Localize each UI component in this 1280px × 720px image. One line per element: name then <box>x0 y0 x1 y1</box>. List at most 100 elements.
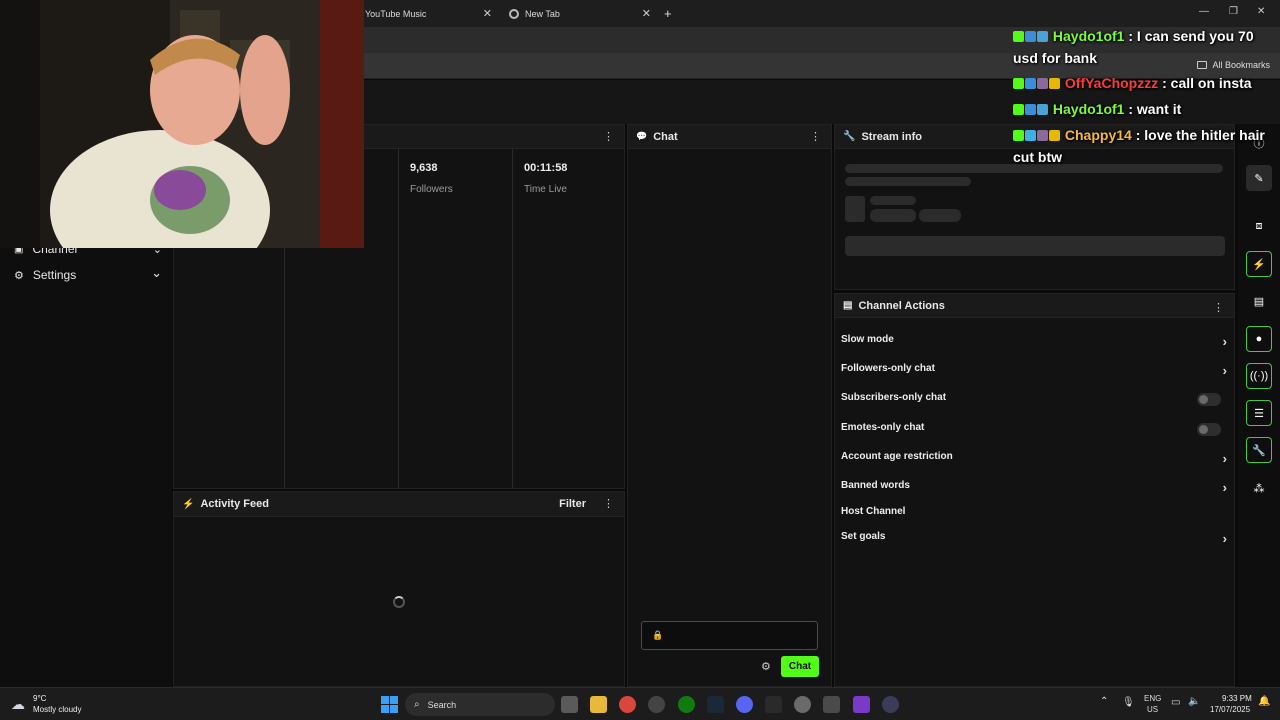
chevron-right-icon: › <box>1222 334 1227 349</box>
epic-games-icon[interactable] <box>765 696 782 713</box>
sidebar-item-settings[interactable]: ⚙ Settings ⌄ <box>14 265 162 282</box>
chat-text: : call on insta <box>1158 75 1252 91</box>
chevron-right-icon: › <box>1222 363 1227 378</box>
action-account-age-restriction[interactable]: Account age restriction › <box>841 451 1227 469</box>
chat-username: OffYaChopzzz <box>1064 75 1159 91</box>
badge-icon <box>1013 78 1024 89</box>
overlay-chat-message: Haydo1of1 : want it <box>1013 98 1275 120</box>
more-options-icon[interactable]: ⋮ <box>1213 301 1224 314</box>
stat-value: 00:11:58 <box>524 162 568 174</box>
action-set-goals[interactable]: Set goals › <box>841 531 1227 549</box>
loading-skeleton <box>845 177 971 186</box>
region-code: US <box>1147 705 1159 714</box>
notification-icon[interactable]: 🔔 <box>1258 696 1270 707</box>
app-icon[interactable] <box>853 696 870 713</box>
chat-panel-header: 💬 Chat <box>628 125 831 149</box>
filter-button[interactable]: Filter <box>559 498 586 510</box>
chat-input[interactable]: 🔒 <box>641 621 818 650</box>
action-label: Banned words <box>841 480 910 491</box>
badge-icon <box>1049 130 1060 141</box>
send-chat-label: Chat <box>788 661 812 672</box>
windows-start-icon[interactable] <box>381 696 398 713</box>
discord-icon[interactable] <box>736 696 753 713</box>
steam-icon[interactable] <box>707 696 724 713</box>
stat-value: 9,638 <box>410 162 438 174</box>
emotes-only-toggle[interactable] <box>1197 423 1221 436</box>
more-options-icon[interactable]: ⋮ <box>603 130 614 143</box>
chrome-icon <box>509 8 519 19</box>
close-tab-icon[interactable]: ✕ <box>483 7 492 20</box>
maximize-icon[interactable]: ❐ <box>1229 6 1238 17</box>
action-slow-mode[interactable]: Slow mode › <box>841 334 1227 352</box>
overlay-chat-message: Chappy14 : love the hitler hair cut btw <box>1013 124 1275 168</box>
clock-time[interactable]: 9:33 PM <box>1222 694 1252 703</box>
action-label: Subscribers-only chat <box>841 392 947 403</box>
action-label: Account age restriction <box>841 451 953 462</box>
network-icon[interactable]: ▭ <box>1171 697 1180 708</box>
chat-bubble-icon: 💬 <box>636 131 648 141</box>
obs-icon[interactable] <box>648 696 665 713</box>
badge-icon <box>1025 104 1036 115</box>
lock-icon: 🔒 <box>652 630 664 640</box>
loading-skeleton <box>870 196 916 205</box>
chevron-right-icon: › <box>1222 531 1227 546</box>
lightning-icon[interactable]: ⚡ <box>1246 251 1272 277</box>
chat-username: Haydo1of1 <box>1052 28 1125 44</box>
screenshot-icon[interactable]: ⧈ <box>1246 213 1272 239</box>
badge-icon <box>1025 78 1036 89</box>
more-options-icon[interactable]: ⋮ <box>603 497 614 510</box>
xbox-icon[interactable] <box>678 696 695 713</box>
action-label: Set goals <box>841 531 886 542</box>
nodes-icon[interactable]: ⁂ <box>1246 475 1272 501</box>
clipboard-icon[interactable]: ▤ <box>1246 288 1272 314</box>
channel-actions-header: ▤ Channel Actions <box>835 294 1234 318</box>
task-view-icon[interactable] <box>561 696 578 713</box>
action-host-channel[interactable]: Host Channel <box>841 506 1227 524</box>
windows-taskbar: ☁ 9°C Mostly cloudy ⌕ Search ⌃ 🎙 ENG US … <box>0 687 1280 720</box>
microphone-icon[interactable]: 🎙 <box>1122 697 1135 708</box>
file-explorer-icon[interactable] <box>590 696 607 713</box>
panel-title: Stream info <box>861 130 922 143</box>
more-options-icon[interactable]: ⋮ <box>810 130 821 143</box>
chevron-right-icon: › <box>1222 451 1227 466</box>
badge-icon <box>1037 130 1048 141</box>
action-banned-words[interactable]: Banned words › <box>841 480 1227 498</box>
action-emotes-only-chat: Emotes-only chat <box>841 422 1227 440</box>
store-icon[interactable] <box>823 696 840 713</box>
action-label: Host Channel <box>841 506 906 517</box>
chat-text: : want it <box>1124 101 1182 117</box>
chevron-up-icon[interactable]: ⌃ <box>1100 696 1108 707</box>
chat-username: Chappy14 <box>1064 127 1132 143</box>
wrench-icon[interactable]: 🔧 <box>1246 437 1272 463</box>
app-icon[interactable] <box>882 696 899 713</box>
taskbar-search[interactable]: ⌕ Search <box>405 693 555 716</box>
list-icon[interactable]: ☰ <box>1246 400 1272 426</box>
new-tab-button[interactable]: + <box>664 0 672 27</box>
activity-feed-panel: ⚡ Activity Feed Filter ⋮ <box>173 491 625 687</box>
language-code[interactable]: ENG <box>1144 694 1161 703</box>
panel-title: Chat <box>653 130 678 143</box>
broadcast-icon[interactable]: ((·)) <box>1246 363 1272 389</box>
volume-icon[interactable]: 🔈 <box>1188 696 1200 707</box>
chrome-icon[interactable] <box>619 696 636 713</box>
loading-skeleton <box>919 209 961 222</box>
webcam-image <box>0 0 364 248</box>
search-icon: ⌕ <box>414 699 420 710</box>
settings-icon[interactable] <box>794 696 811 713</box>
tab-new-tab[interactable]: New Tab ✕ <box>502 0 657 27</box>
chat-settings-icon[interactable]: ⚙ <box>761 660 771 673</box>
stream-chat-overlay: Haydo1of1 : I can send you 70 usd for ba… <box>1013 25 1275 168</box>
edit-icon[interactable]: ✎ <box>1246 165 1272 191</box>
activity-feed-header: ⚡ Activity Feed <box>174 492 624 517</box>
close-window-icon[interactable]: ✕ <box>1257 6 1265 17</box>
clock-date[interactable]: 17/07/2025 <box>1210 705 1250 714</box>
action-label: Slow mode <box>841 334 894 345</box>
action-followers-only-chat[interactable]: Followers-only chat › <box>841 363 1227 381</box>
subscribers-only-toggle[interactable] <box>1197 393 1221 406</box>
send-chat-button[interactable]: Chat <box>781 656 819 677</box>
badge-icon <box>1037 104 1048 115</box>
chat-bubble-icon[interactable]: ● <box>1246 326 1272 352</box>
close-tab-icon[interactable]: ✕ <box>642 7 651 20</box>
tab-youtube-music[interactable]: YouTube Music ✕ <box>364 0 498 27</box>
minimize-icon[interactable]: — <box>1199 6 1209 17</box>
